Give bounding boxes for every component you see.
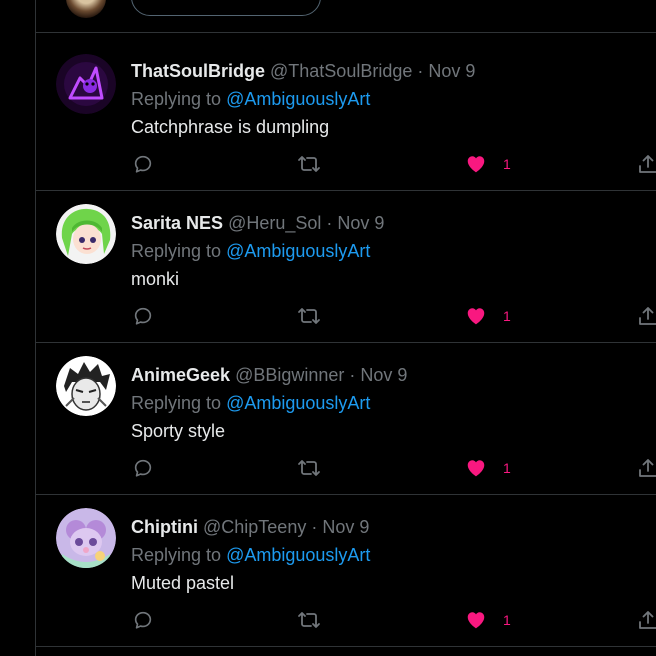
reply-icon [134, 611, 152, 629]
heart-icon [467, 308, 485, 325]
share-button[interactable] [638, 608, 656, 632]
display-name[interactable]: Sarita NES [131, 213, 223, 233]
retweet-button[interactable] [297, 152, 321, 176]
share-icon [639, 307, 656, 325]
like-count: 1 [503, 612, 511, 628]
reply-tweet[interactable]: Chiptini @ChipTeeny · Nov 9 Replying to … [36, 494, 656, 647]
replying-to-line: Replying to @AmbiguouslyArt [131, 543, 370, 567]
separator-dot: · [326, 213, 333, 233]
share-icon [639, 155, 656, 173]
reply-icon [134, 307, 152, 325]
retweet-icon [298, 156, 320, 172]
reply-button[interactable] [132, 304, 154, 328]
heart-icon [467, 612, 485, 629]
tweet-text: monki [131, 269, 180, 289]
like-button[interactable] [465, 152, 487, 176]
like-button[interactable] [465, 608, 487, 632]
like-count: 1 [503, 156, 511, 172]
reply-button[interactable] [132, 456, 154, 480]
avatar-image [56, 204, 116, 264]
replying-to-label: Replying to [131, 89, 222, 109]
separator-dot: · [349, 365, 356, 385]
follow-button[interactable] [131, 0, 321, 16]
tweet-date[interactable]: Nov 9 [428, 61, 475, 81]
like-count: 1 [503, 308, 511, 324]
display-name[interactable]: ThatSoulBridge [131, 61, 265, 81]
avatar[interactable] [66, 0, 106, 18]
retweet-button[interactable] [297, 608, 321, 632]
tweet-text: Muted pastel [131, 573, 235, 593]
replying-to-line: Replying to @AmbiguouslyArt [131, 391, 370, 415]
avatar-image [56, 508, 116, 568]
reply-button[interactable] [132, 152, 154, 176]
replying-to-line: Replying to @AmbiguouslyArt [131, 239, 370, 263]
tweet-text: Sporty style [131, 421, 226, 441]
avatar[interactable] [56, 508, 116, 568]
separator-dot: · [417, 61, 424, 81]
heart-icon [467, 156, 485, 173]
retweet-button[interactable] [297, 304, 321, 328]
share-icon [639, 459, 656, 477]
user-handle[interactable]: @Heru_Sol [228, 213, 321, 233]
share-button[interactable] [638, 152, 656, 176]
previous-tweet-footer [36, 0, 656, 33]
tweet-date[interactable]: Nov 9 [337, 213, 384, 233]
retweet-icon [298, 308, 320, 324]
tweet-text: Catchphrase is dumpling [131, 117, 330, 137]
reply-button[interactable] [132, 608, 154, 632]
reply-icon [134, 155, 152, 173]
like-button[interactable] [465, 456, 487, 480]
retweet-button[interactable] [297, 456, 321, 480]
heart-icon [467, 460, 485, 477]
avatar[interactable] [56, 54, 116, 114]
avatar[interactable] [56, 356, 116, 416]
share-button[interactable] [638, 456, 656, 480]
mention-link[interactable]: @AmbiguouslyArt [226, 545, 370, 565]
reply-tweet[interactable]: AnimeGeek @BBigwinner · Nov 9 Replying t… [36, 342, 656, 495]
mention-link[interactable]: @AmbiguouslyArt [226, 89, 370, 109]
share-icon [639, 611, 656, 629]
retweet-icon [298, 612, 320, 628]
reply-icon [134, 459, 152, 477]
like-count: 1 [503, 460, 511, 476]
replying-to-label: Replying to [131, 393, 222, 413]
user-handle[interactable]: @BBigwinner [235, 365, 344, 385]
reply-thread: ThatSoulBridge @ThatSoulBridge · Nov 9 R… [0, 0, 656, 656]
avatar-image [56, 54, 116, 114]
mention-link[interactable]: @AmbiguouslyArt [226, 241, 370, 261]
user-handle[interactable]: @ChipTeeny [203, 517, 306, 537]
display-name[interactable]: Chiptini [131, 517, 198, 537]
reply-tweet[interactable]: Sarita NES @Heru_Sol · Nov 9 Replying to… [36, 190, 656, 343]
mention-link[interactable]: @AmbiguouslyArt [226, 393, 370, 413]
tweet-date[interactable]: Nov 9 [322, 517, 369, 537]
avatar[interactable] [56, 204, 116, 264]
avatar-image [56, 356, 116, 416]
retweet-icon [298, 460, 320, 476]
like-button[interactable] [465, 304, 487, 328]
display-name[interactable]: AnimeGeek [131, 365, 230, 385]
tweet-date[interactable]: Nov 9 [360, 365, 407, 385]
separator-dot: · [311, 517, 318, 537]
replying-to-line: Replying to @AmbiguouslyArt [131, 87, 370, 111]
reply-tweet[interactable]: ThatSoulBridge @ThatSoulBridge · Nov 9 R… [36, 38, 656, 191]
share-button[interactable] [638, 304, 656, 328]
replying-to-label: Replying to [131, 545, 222, 565]
replying-to-label: Replying to [131, 241, 222, 261]
user-handle[interactable]: @ThatSoulBridge [270, 61, 412, 81]
